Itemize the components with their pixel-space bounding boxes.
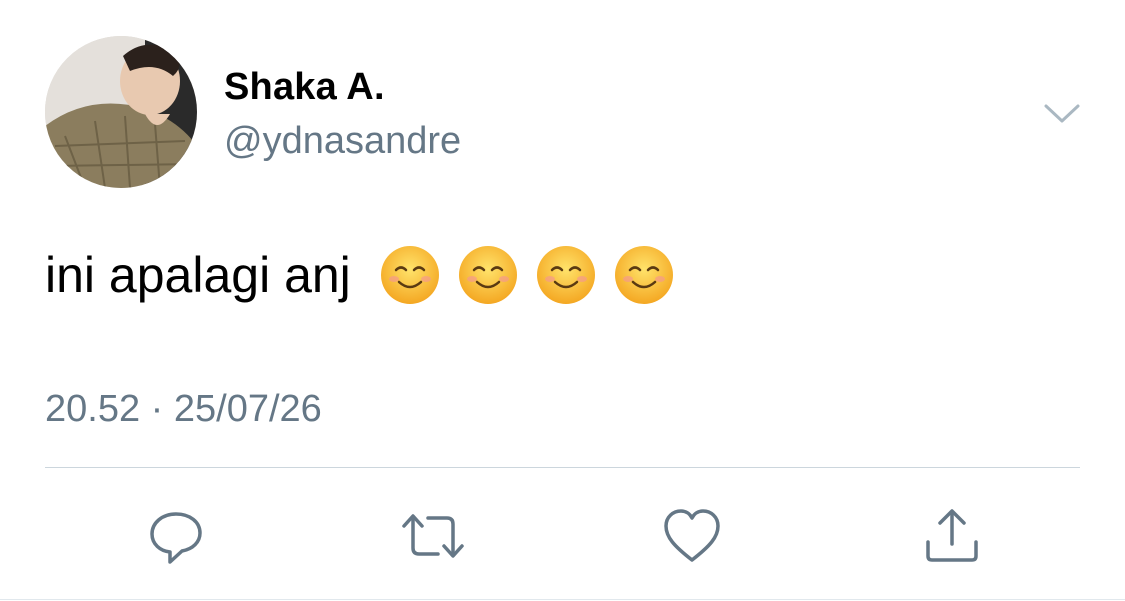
tweet-timestamp[interactable]: 20.52 · 25/07/26 [45, 386, 322, 432]
reply-icon [150, 512, 202, 564]
tweet-text-content: ini apalagi anj [45, 247, 351, 303]
reply-button[interactable] [146, 506, 206, 566]
smiling-face-emoji [536, 246, 595, 304]
like-button[interactable] [662, 506, 722, 566]
bottom-border [0, 599, 1125, 600]
retweet-icon [402, 514, 464, 558]
smiling-face-emoji [380, 246, 439, 304]
retweet-button[interactable] [400, 506, 464, 566]
chevron-down-icon[interactable] [1040, 96, 1084, 130]
avatar-photo [45, 36, 197, 188]
share-button[interactable] [922, 506, 982, 566]
display-name[interactable]: Shaka A. [224, 64, 385, 110]
share-icon [926, 509, 978, 562]
divider [45, 467, 1080, 468]
smiling-face-emoji [458, 246, 517, 304]
heart-icon [664, 509, 720, 562]
user-handle[interactable]: @ydnasandre [224, 118, 461, 164]
smiling-face-emoji [614, 246, 673, 304]
tweet-text: ini apalagi anj [45, 244, 675, 306]
avatar[interactable] [45, 36, 197, 188]
